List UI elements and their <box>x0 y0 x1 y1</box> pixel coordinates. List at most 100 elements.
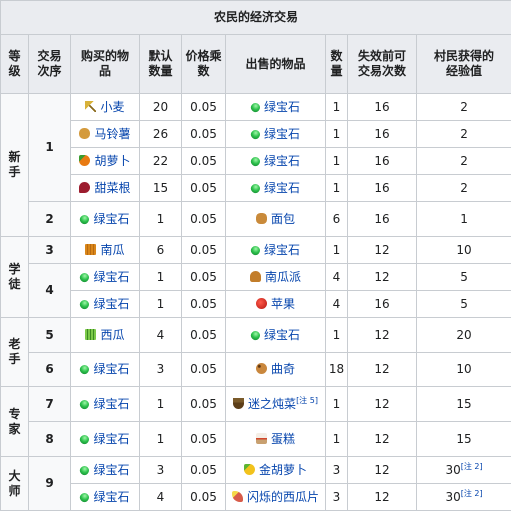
buy-quantity: 4 <box>139 483 182 511</box>
sell-item: 绿宝石 <box>225 317 326 353</box>
sell-quantity: 1 <box>325 317 348 353</box>
trade-index: 9 <box>28 456 71 511</box>
buy-quantity: 20 <box>139 93 182 121</box>
table-row: 甜菜根 15 0.05 绿宝石 1 16 2 <box>1 174 511 202</box>
buy-item: 马铃薯 <box>70 120 140 148</box>
sell-item-link[interactable]: 面包 <box>271 212 295 226</box>
buy-item-link[interactable]: 绿宝石 <box>93 463 129 477</box>
header-mult: 价格乘 数 <box>181 34 226 94</box>
sell-item: 绿宝石 <box>225 93 326 121</box>
footnote-ref[interactable]: [注 2] <box>461 489 483 498</box>
price-multiplier: 0.05 <box>181 483 226 511</box>
max-uses: 16 <box>347 93 417 121</box>
header-qty: 默认 数量 <box>139 34 182 94</box>
header-sell-qty: 数 量 <box>325 34 348 94</box>
buy-item: 绿宝石 <box>70 290 140 318</box>
price-multiplier: 0.05 <box>181 456 226 484</box>
buy-quantity: 1 <box>139 290 182 318</box>
emerald-icon <box>78 463 92 477</box>
table-row: 马铃薯 26 0.05 绿宝石 1 16 2 <box>1 120 511 148</box>
sell-quantity: 1 <box>325 236 348 264</box>
footnote-ref[interactable]: [注 5] <box>296 396 318 405</box>
sell-item: 蛋糕 <box>225 421 326 457</box>
trade-index: 5 <box>28 317 71 353</box>
buy-item-link[interactable]: 绿宝石 <box>93 490 129 504</box>
sell-item-link[interactable]: 苹果 <box>271 297 295 311</box>
buy-item-link[interactable]: 绿宝石 <box>93 212 129 226</box>
sell-item-link[interactable]: 闪烁的西瓜片 <box>247 490 319 504</box>
price-multiplier: 0.05 <box>181 421 226 457</box>
sell-item-link[interactable]: 绿宝石 <box>264 328 300 342</box>
emerald-icon <box>78 212 92 226</box>
villager-xp: 15 <box>415 386 511 422</box>
max-uses: 16 <box>347 174 417 202</box>
villager-xp: 15 <box>415 421 511 457</box>
buy-item-link[interactable]: 南瓜 <box>100 243 124 257</box>
footnote-ref[interactable]: [注 2] <box>461 462 483 471</box>
cake-icon <box>255 432 267 444</box>
bread-icon <box>255 212 267 224</box>
wheat-icon <box>85 100 97 112</box>
trade-index: 1 <box>28 93 71 202</box>
sell-item-link[interactable]: 迷之炖菜 <box>248 397 296 411</box>
buy-quantity: 3 <box>139 352 182 387</box>
sell-item: 南瓜派 <box>225 263 326 291</box>
table-row: 4 绿宝石 1 0.05 南瓜派 4 12 5 <box>1 263 511 318</box>
price-multiplier: 0.05 <box>181 147 226 175</box>
sell-item-link[interactable]: 蛋糕 <box>271 432 295 446</box>
buy-quantity: 26 <box>139 120 182 148</box>
sell-item: 曲奇 <box>225 352 326 387</box>
max-uses: 12 <box>347 421 417 457</box>
buy-item: 绿宝石 <box>70 352 140 387</box>
buy-item-link[interactable]: 绿宝石 <box>93 297 129 311</box>
villager-xp: 2 <box>415 147 511 175</box>
table-row: 胡萝卜 22 0.05 绿宝石 1 16 2 <box>1 147 511 175</box>
buy-item-link[interactable]: 绿宝石 <box>93 362 129 376</box>
emerald-icon <box>78 490 92 504</box>
level-cell: 学 徒 <box>0 236 29 318</box>
buy-item: 胡萝卜 <box>70 147 140 175</box>
max-uses: 12 <box>347 456 417 484</box>
table-row: 绿宝石 1 0.05 苹果 4 16 5 <box>1 290 511 318</box>
sell-quantity: 18 <box>325 352 348 387</box>
sell-item-link[interactable]: 曲奇 <box>271 362 295 376</box>
sell-item: 闪烁的西瓜片 <box>225 483 326 511</box>
buy-item-link[interactable]: 西瓜 <box>100 328 124 342</box>
sell-item: 绿宝石 <box>225 147 326 175</box>
sell-item-link[interactable]: 绿宝石 <box>264 100 300 114</box>
buy-item: 绿宝石 <box>70 421 140 457</box>
buy-item-link[interactable]: 绿宝石 <box>93 270 129 284</box>
price-multiplier: 0.05 <box>181 236 226 264</box>
buy-item-link[interactable]: 小麦 <box>100 100 124 114</box>
apple-icon <box>255 297 267 309</box>
buy-item: 小麦 <box>70 93 140 121</box>
buy-item-link[interactable]: 胡萝卜 <box>94 154 130 168</box>
sell-item-link[interactable]: 金胡萝卜 <box>259 463 307 477</box>
beetroot-icon <box>79 181 91 193</box>
pumpkin-pie-icon <box>249 270 261 282</box>
emerald-icon <box>249 328 262 342</box>
buy-item-link[interactable]: 马铃薯 <box>94 127 130 141</box>
trade-index: 3 <box>28 236 71 264</box>
max-uses: 16 <box>347 147 417 175</box>
buy-item-link[interactable]: 绿宝石 <box>93 397 129 411</box>
sell-item-link[interactable]: 南瓜派 <box>265 270 301 284</box>
buy-item-link[interactable]: 绿宝石 <box>93 432 129 446</box>
potato-icon <box>79 127 91 139</box>
emerald-icon <box>249 100 262 114</box>
buy-item-link[interactable]: 甜菜根 <box>94 181 130 195</box>
header-level: 等 级 <box>0 34 29 94</box>
sell-item-link[interactable]: 绿宝石 <box>264 243 300 257</box>
villager-xp: 5 <box>415 290 511 318</box>
emerald-icon <box>78 432 92 446</box>
sell-item-link[interactable]: 绿宝石 <box>264 127 300 141</box>
sell-quantity: 4 <box>325 263 348 291</box>
sell-quantity: 1 <box>325 147 348 175</box>
trade-index: 6 <box>28 352 71 387</box>
emerald-icon <box>78 297 92 311</box>
villager-xp: 10 <box>415 352 511 387</box>
sell-item-link[interactable]: 绿宝石 <box>264 181 300 195</box>
price-multiplier: 0.05 <box>181 120 226 148</box>
sell-item-link[interactable]: 绿宝石 <box>264 154 300 168</box>
sell-item: 苹果 <box>225 290 326 318</box>
